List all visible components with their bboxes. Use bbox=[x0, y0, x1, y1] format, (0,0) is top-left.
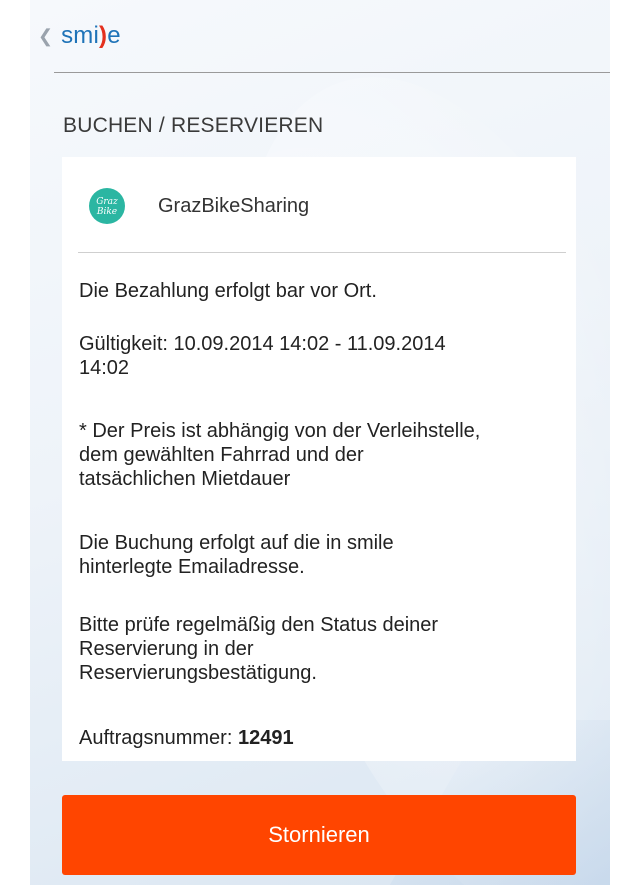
order-number-row: Auftragsnummer: 12491 bbox=[79, 726, 569, 750]
chevron-left-icon: ❮ bbox=[38, 26, 54, 46]
svg-text:Graz: Graz bbox=[96, 197, 118, 207]
provider-logo: Graz Bike bbox=[89, 188, 125, 224]
validity-info: Gültigkeit: 10.09.2014 14:02 - 11.09.201… bbox=[79, 333, 446, 379]
booking-card: Graz Bike GrazBikeSharing Die Bezahlung … bbox=[62, 157, 576, 761]
status-check-info: Bitte prüfe regelmäßig den Status deiner… bbox=[79, 614, 439, 684]
order-number-value: 12491 bbox=[237, 727, 294, 749]
grazbike-logo-icon: Graz Bike bbox=[96, 197, 118, 217]
app-logo: smi)e bbox=[61, 22, 121, 49]
cancel-button-label: Stornieren bbox=[268, 822, 370, 847]
app-screen: ❮ smi)e BUCHEN / RESERVIEREN Graz Bike G… bbox=[30, 0, 610, 885]
header-divider bbox=[54, 72, 610, 73]
booking-email-info: Die Buchung erfolgt auf die in smile hin… bbox=[79, 532, 394, 578]
cancel-button[interactable]: Stornieren bbox=[62, 795, 576, 875]
top-bar: ❮ smi)e bbox=[30, 0, 610, 72]
page-title: BUCHEN / RESERVIEREN bbox=[63, 114, 324, 137]
payment-info: Die Bezahlung erfolgt bar vor Ort. bbox=[79, 280, 377, 302]
order-number-label: Auftragsnummer: bbox=[79, 727, 238, 749]
back-button[interactable]: ❮ smi)e bbox=[38, 22, 121, 50]
card-divider bbox=[78, 252, 566, 253]
svg-text:Bike: Bike bbox=[96, 207, 117, 217]
price-info: * Der Preis ist abhängig von der Verleih… bbox=[79, 420, 481, 490]
provider-row: Graz Bike GrazBikeSharing bbox=[62, 157, 576, 253]
provider-name: GrazBikeSharing bbox=[158, 195, 310, 217]
